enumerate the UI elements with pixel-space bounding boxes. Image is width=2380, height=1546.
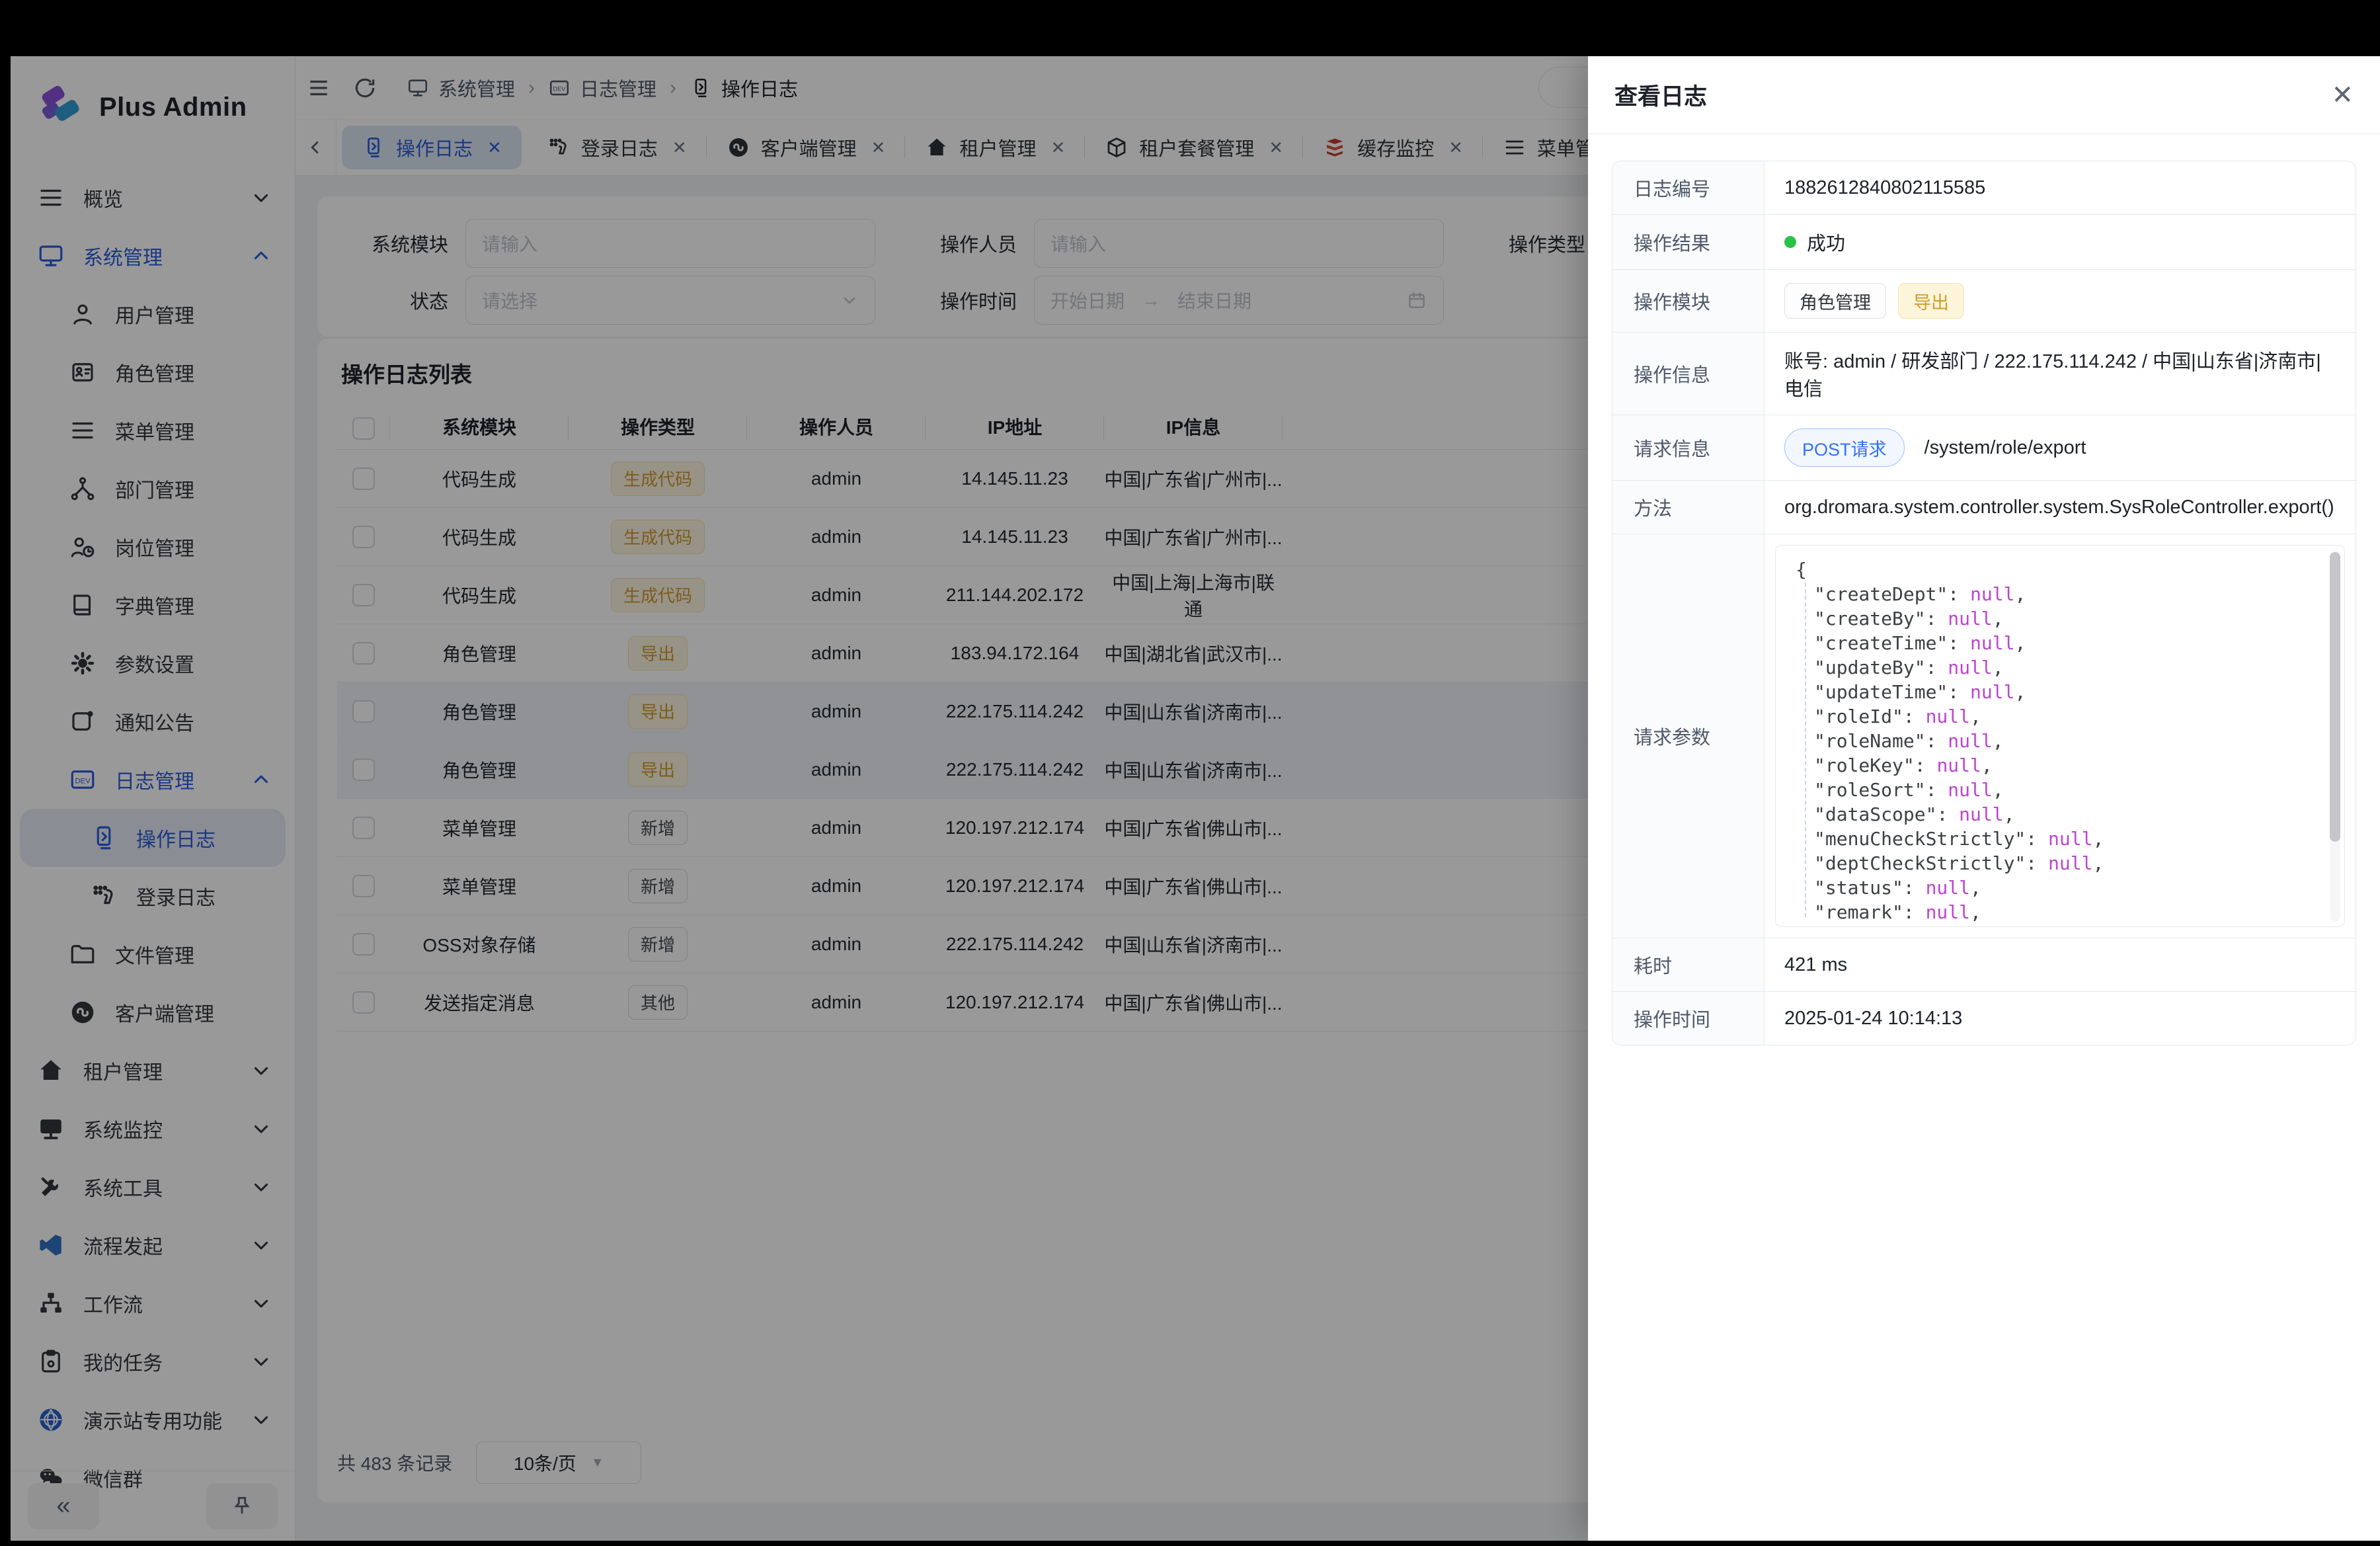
json-line: "roleName": null, [1796,729,2318,753]
detail-value: 账号: admin / 研发部门 / 222.175.114.242 / 中国|… [1765,333,2356,415]
json-line: "dataScope": null, [1796,802,2318,827]
drawer-header: 查看日志 ✕ [1588,56,2380,134]
json-line: "remark": null, [1796,900,2318,924]
detail-row-操作时间: 操作时间2025-01-24 10:14:13 [1612,992,2356,1045]
detail-value: 421 ms [1765,938,2356,991]
json-line: "updateBy": null, [1796,655,2318,680]
detail-value: {"createDept": null,"createBy": null,"cr… [1765,534,2356,938]
detail-label: 请求参数 [1612,534,1765,938]
detail-value: 1882612840802115585 [1765,161,2356,214]
json-line: "menuCheckStrictly": null, [1796,827,2318,851]
request-url: /system/role/export [1924,437,2086,459]
detail-value: 2025-01-24 10:14:13 [1765,992,2356,1045]
json-line: "createBy": null, [1796,606,2318,631]
detail-row-日志编号: 日志编号1882612840802115585 [1612,161,2356,215]
indent-guide [1805,583,1806,917]
drawer-body: 日志编号1882612840802115585操作结果成功操作模块角色管理导出操… [1588,134,2380,1072]
detail-value: POST请求/system/role/export [1765,415,2356,480]
scrollbar-thumb[interactable] [2330,552,2340,842]
app-window: Plus Admin 概览系统管理用户管理角色管理菜单管理部门管理岗位管理字典管… [11,56,2380,1541]
json-line: "createTime": null, [1796,631,2318,655]
detail-row-耗时: 耗时421 ms [1612,938,2356,992]
detail-label: 操作结果 [1612,215,1765,269]
json-line: "roleKey": null, [1796,753,2318,778]
detail-row-方法: 方法org.dromara.system.controller.system.S… [1612,481,2356,534]
drawer-title: 查看日志 [1614,78,1707,112]
detail-value: 成功 [1765,215,2356,269]
detail-label: 方法 [1612,481,1765,534]
success-dot-icon [1784,236,1796,248]
detail-row-操作结果: 操作结果 成功 [1612,215,2356,270]
close-icon[interactable]: ✕ [2331,82,2354,108]
detail-value: 角色管理导出 [1765,270,2356,332]
detail-value: org.dromara.system.controller.system.Sys… [1765,481,2356,534]
json-line: "roleId": null, [1796,704,2318,729]
json-line: "roleSort": null, [1796,778,2318,802]
json-line: { [1796,557,2318,582]
detail-label: 操作模块 [1612,270,1765,332]
json-line: "createDept": null, [1796,582,2318,606]
json-line: "updateTime": null, [1796,680,2318,704]
json-line: "status": null, [1796,875,2318,900]
log-detail-drawer: 查看日志 ✕ 日志编号1882612840802115585操作结果 成功操作模块… [1588,56,2380,1541]
detail-row-操作信息: 操作信息账号: admin / 研发部门 / 222.175.114.242 /… [1612,333,2356,415]
request-params-code-block[interactable]: {"createDept": null,"createBy": null,"cr… [1775,545,2345,927]
status-text: 成功 [1807,228,1845,256]
module-tag: 导出 [1898,283,1964,319]
detail-label: 耗时 [1612,938,1765,991]
detail-row-操作模块: 操作模块角色管理导出 [1612,270,2356,333]
detail-row-请求信息: 请求信息POST请求/system/role/export [1612,415,2356,481]
detail-row-请求参数: 请求参数{"createDept": null,"createBy": null… [1612,534,2356,938]
detail-label: 操作时间 [1612,992,1765,1045]
log-descriptions: 日志编号1882612840802115585操作结果成功操作模块角色管理导出操… [1612,161,2356,1045]
module-tag: 角色管理 [1784,283,1886,319]
json-line: "deptCheckStrictly": null, [1796,851,2318,875]
detail-label: 请求信息 [1612,415,1765,480]
detail-label: 操作信息 [1612,333,1765,415]
post-method-tag: POST请求 [1784,428,1905,467]
detail-label: 日志编号 [1612,161,1765,214]
